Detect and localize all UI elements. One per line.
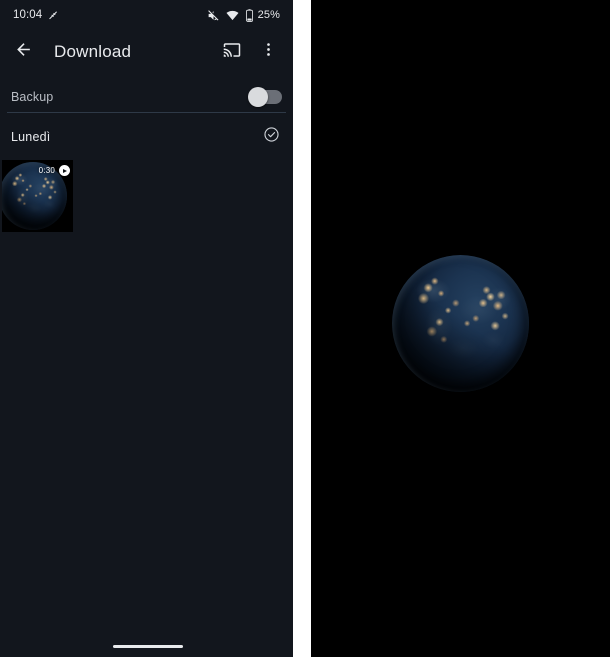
- check-circle-icon: [263, 126, 280, 148]
- arrow-back-icon: [14, 40, 33, 64]
- play-circle-icon[interactable]: [59, 165, 70, 176]
- status-bar-left: 10:04: [13, 9, 58, 21]
- status-bar-right: 25%: [207, 8, 280, 22]
- backup-setting-row[interactable]: Backup: [0, 80, 293, 113]
- app-bar: Download: [0, 33, 293, 71]
- back-button[interactable]: [10, 39, 36, 65]
- day-section-header: Lunedì: [0, 124, 293, 150]
- cast-button[interactable]: [219, 39, 245, 65]
- right-phone-screen: [311, 0, 610, 657]
- wifi-icon: [226, 9, 239, 22]
- media-duration: 0:30: [38, 166, 55, 175]
- battery-percentage: 25%: [257, 9, 280, 21]
- earth-globe-fullscreen-image: [392, 255, 529, 392]
- overflow-menu-button[interactable]: [255, 39, 281, 65]
- left-phone-screen: 10:04 25% Download Backup Lunedì 0:30: [0, 0, 293, 657]
- battery-icon: [245, 8, 254, 22]
- vpn-key-icon: [47, 10, 58, 21]
- page-title: Download: [54, 42, 132, 61]
- toggle-knob: [248, 86, 268, 107]
- backup-toggle-switch[interactable]: [248, 86, 282, 107]
- thumbnail-overlay: 0:30: [39, 165, 70, 176]
- dual-screenshot-container: 10:04 25% Download Backup Lunedì 0:30: [0, 0, 610, 657]
- home-gesture-bar[interactable]: [113, 644, 183, 648]
- volume-off-icon: [207, 9, 220, 22]
- media-thumbnail[interactable]: 0:30: [2, 160, 73, 232]
- backup-label: Backup: [11, 89, 54, 104]
- select-all-button[interactable]: [261, 127, 281, 147]
- cast-icon: [223, 41, 241, 64]
- status-clock: 10:04: [13, 9, 43, 21]
- more-vert-icon: [260, 41, 277, 63]
- status-bar: 10:04 25%: [0, 0, 293, 30]
- day-label: Lunedì: [11, 130, 51, 144]
- section-divider: [7, 112, 286, 113]
